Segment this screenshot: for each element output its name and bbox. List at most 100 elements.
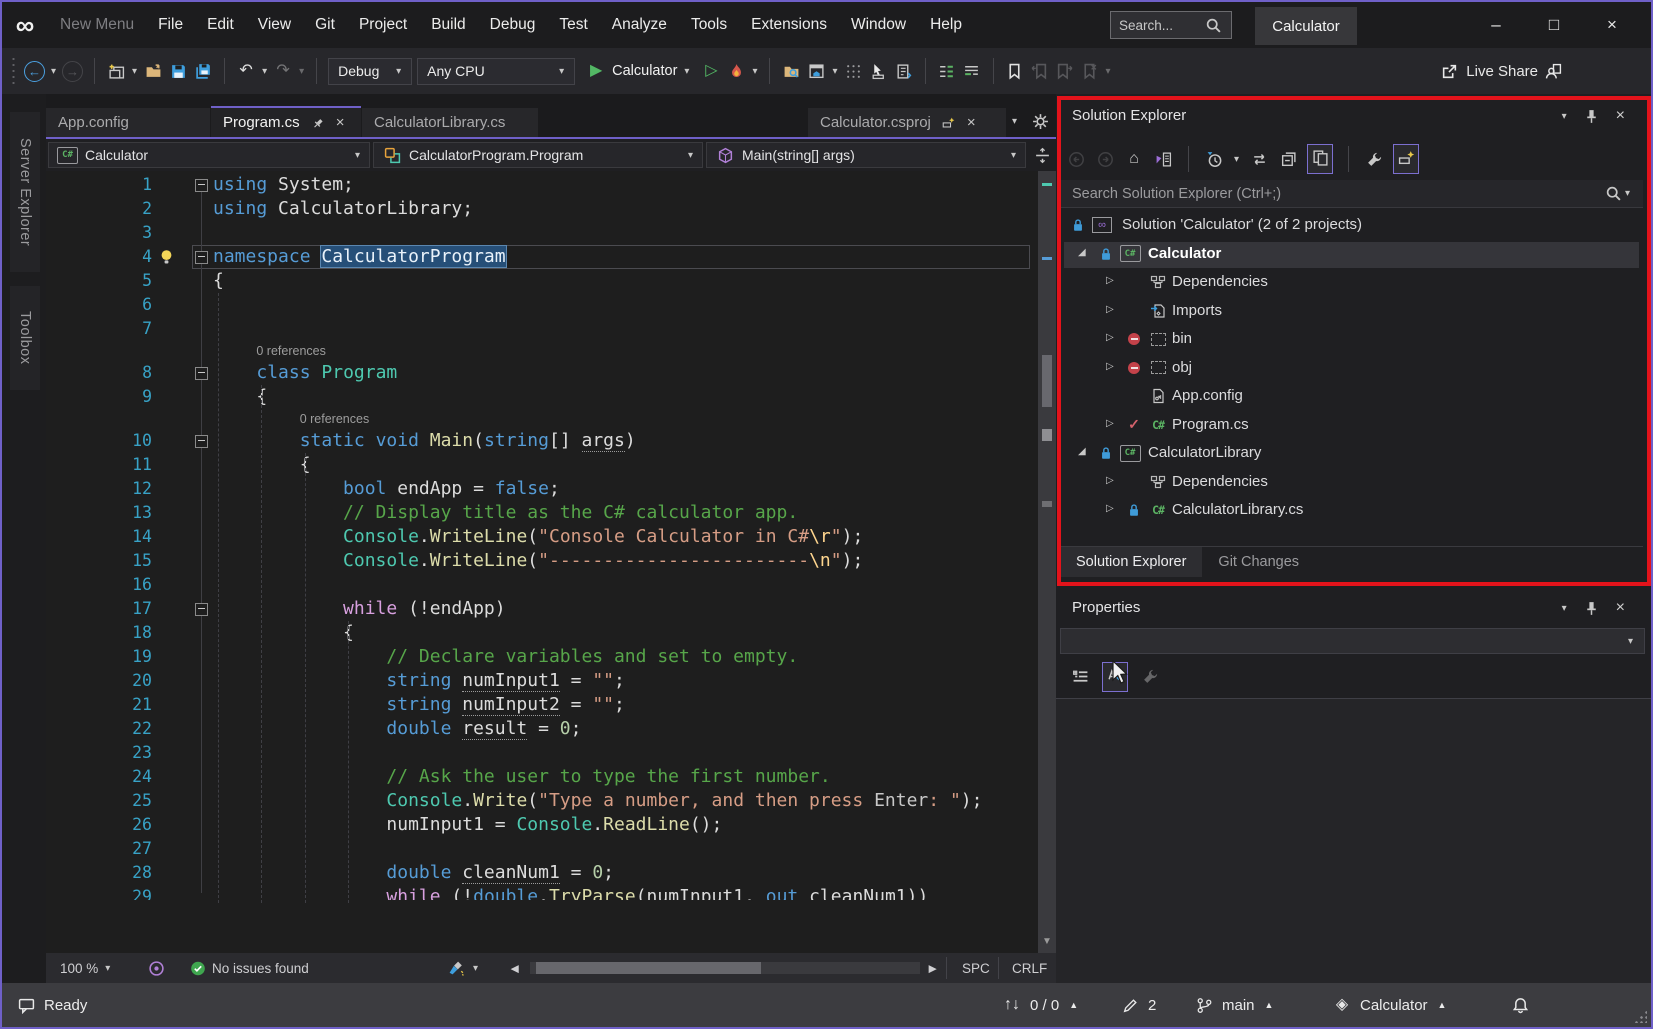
menu-test[interactable]: Test (547, 2, 599, 48)
tree-item-obj[interactable]: ▷obj (1060, 355, 1643, 384)
close-icon[interactable]: × (1616, 599, 1625, 617)
tree-item-app-config[interactable]: App.config (1060, 383, 1643, 412)
minimize-button[interactable]: – (1467, 2, 1525, 48)
preview-code-icon-boxed[interactable] (1393, 144, 1419, 174)
forward-arrow-icon[interactable]: → (62, 61, 83, 82)
tree-item-imports[interactable]: ▷Imports (1060, 298, 1643, 327)
expander-closed-icon[interactable]: ▷ (1106, 503, 1114, 514)
selection-grid-icon[interactable] (844, 61, 864, 81)
health-indicator-icon[interactable] (146, 953, 166, 983)
doc-navigate-icon[interactable] (894, 61, 914, 81)
solution-home-icon[interactable] (806, 61, 826, 81)
categorized-icon[interactable] (1070, 667, 1090, 687)
tree-item-calculator[interactable]: ◢C#Calculator (1060, 241, 1643, 270)
live-share-icon[interactable] (1439, 61, 1459, 81)
open-folder-icon[interactable] (143, 61, 163, 81)
expander-closed-icon[interactable]: ▷ (1106, 475, 1114, 486)
space-indicator[interactable]: SPC (962, 953, 990, 983)
window-position-caret-icon[interactable]: ▾ (1562, 111, 1567, 122)
back-arrow-icon[interactable]: ← (24, 61, 45, 82)
menu-extensions[interactable]: Extensions (739, 2, 839, 48)
solution-explorer-search[interactable]: Search Solution Explorer (Ctrl+;) ▾ (1060, 180, 1643, 208)
menu-file[interactable]: File (146, 2, 195, 48)
expander-closed-icon[interactable]: ▷ (1106, 275, 1114, 286)
member-dropdown[interactable]: Main(string[] args) ▾ (706, 142, 1026, 168)
document-tab-program-cs[interactable]: Program.cs× (211, 106, 361, 137)
hscroll-left-arrow-icon[interactable]: ◄ (508, 953, 521, 983)
save-icon[interactable] (168, 61, 188, 81)
project-dropdown[interactable]: C# Calculator ▾ (48, 142, 370, 168)
search-icon[interactable] (1203, 15, 1223, 35)
account-icon[interactable] (1543, 61, 1563, 81)
bookmark-next-icon[interactable] (1055, 61, 1075, 81)
menu-git[interactable]: Git (303, 2, 347, 48)
resize-grip[interactable] (1634, 1010, 1647, 1023)
menu-new-menu[interactable]: New Menu (48, 2, 146, 48)
window-position-caret-icon[interactable]: ▾ (1562, 603, 1567, 614)
hot-reload-icon[interactable] (726, 61, 746, 81)
menu-window[interactable]: Window (839, 2, 918, 48)
undo-icon[interactable]: ↶ (236, 61, 256, 81)
code-editor[interactable]: 1using System;2using CalculatorLibrary;3… (46, 171, 1056, 953)
hscroll-right-arrow-icon[interactable]: ► (926, 953, 939, 983)
scrollbar-thumb[interactable] (1042, 355, 1052, 407)
close-icon[interactable]: × (1616, 107, 1625, 125)
lightbulb-icon[interactable] (158, 248, 175, 265)
bookmark-clear-icon[interactable] (1080, 61, 1100, 81)
menu-view[interactable]: View (246, 2, 303, 48)
issues-indicator[interactable]: No issues found (190, 953, 309, 983)
preview-code-icon[interactable] (1396, 147, 1416, 167)
codelens-references[interactable]: 0 references (46, 409, 1038, 429)
pending-edits-button[interactable]: 2 (1120, 983, 1156, 1027)
expander-open-icon[interactable]: ◢ (1078, 247, 1086, 258)
menu-help[interactable]: Help (918, 2, 974, 48)
code-cleanup-button[interactable]: ▾ (446, 953, 479, 983)
save-all-icon[interactable] (193, 61, 213, 81)
feedback-button[interactable]: Ready (16, 983, 87, 1027)
menu-tools[interactable]: Tools (679, 2, 739, 48)
panel-tab-solution-explorer[interactable]: Solution Explorer (1060, 547, 1202, 577)
tree-item-dependencies[interactable]: ▷Dependencies (1060, 469, 1643, 498)
properties-wrench-icon[interactable] (1364, 149, 1384, 169)
pending-filter-icon[interactable] (1204, 149, 1224, 169)
chevron-down-icon[interactable]: ▾ (51, 66, 56, 77)
hscroll-thumb[interactable] (536, 962, 761, 974)
tab-overflow-caret-icon[interactable]: ▾ (1012, 116, 1017, 127)
side-tab-toolbox[interactable]: Toolbox (10, 286, 40, 390)
type-dropdown[interactable]: CalculatorProgram.Program ▾ (373, 142, 703, 168)
editor-group[interactable]: ▾ App.configProgram.cs×CalculatorLibrary… (46, 94, 1056, 983)
close-tab-icon[interactable]: × (336, 114, 345, 131)
switch-views-icon[interactable] (1153, 149, 1173, 169)
chevron-down-icon[interactable]: ▾ (262, 66, 267, 77)
panel-tab-git-changes[interactable]: Git Changes (1202, 547, 1315, 577)
line-ending-indicator[interactable]: CRLF (1012, 953, 1047, 983)
tabstrip-gear-icon[interactable] (1030, 111, 1050, 131)
select-pointer-icon[interactable] (869, 61, 889, 81)
live-share-button[interactable]: Live Share (1439, 61, 1538, 81)
home-icon[interactable]: ⌂ (1124, 149, 1144, 169)
menu-edit[interactable]: Edit (195, 2, 246, 48)
properties-wrench-icon[interactable] (1140, 667, 1160, 687)
pin-icon[interactable] (1582, 598, 1602, 618)
side-tab-server-explorer[interactable]: Server Explorer (10, 112, 40, 272)
chevron-down-icon[interactable]: ▾ (684, 66, 689, 77)
expander-closed-icon[interactable]: ▷ (1106, 304, 1114, 315)
sync-counter-button[interactable]: ↑↓ 0 / 0 ▲ (1002, 983, 1078, 1027)
bookmark-prev-icon[interactable] (1030, 61, 1050, 81)
expander-open-icon[interactable]: ◢ (1078, 446, 1086, 457)
horizontal-scrollbar[interactable] (530, 962, 920, 974)
document-tab-calculator-csproj[interactable]: Calculator.csproj× (808, 108, 1006, 137)
menu-project[interactable]: Project (347, 2, 419, 48)
document-tab-app-config[interactable]: App.config (46, 108, 210, 137)
chevron-down-icon[interactable]: ▾ (559, 66, 564, 77)
chevron-down-icon[interactable]: ▾ (1625, 188, 1630, 199)
start-debug-button[interactable]: ▶Calculator▾ (580, 61, 696, 81)
split-editor-icon[interactable] (1032, 145, 1052, 165)
menu-build[interactable]: Build (419, 2, 477, 48)
show-all-files-icon[interactable] (1310, 147, 1330, 167)
codelens-references[interactable]: 0 references (46, 341, 1038, 361)
new-project-icon[interactable] (106, 61, 126, 81)
chevron-down-icon[interactable]: ▾ (132, 66, 137, 77)
chevron-down-icon[interactable]: ▾ (1106, 66, 1111, 77)
notifications-button[interactable] (1510, 983, 1530, 1027)
